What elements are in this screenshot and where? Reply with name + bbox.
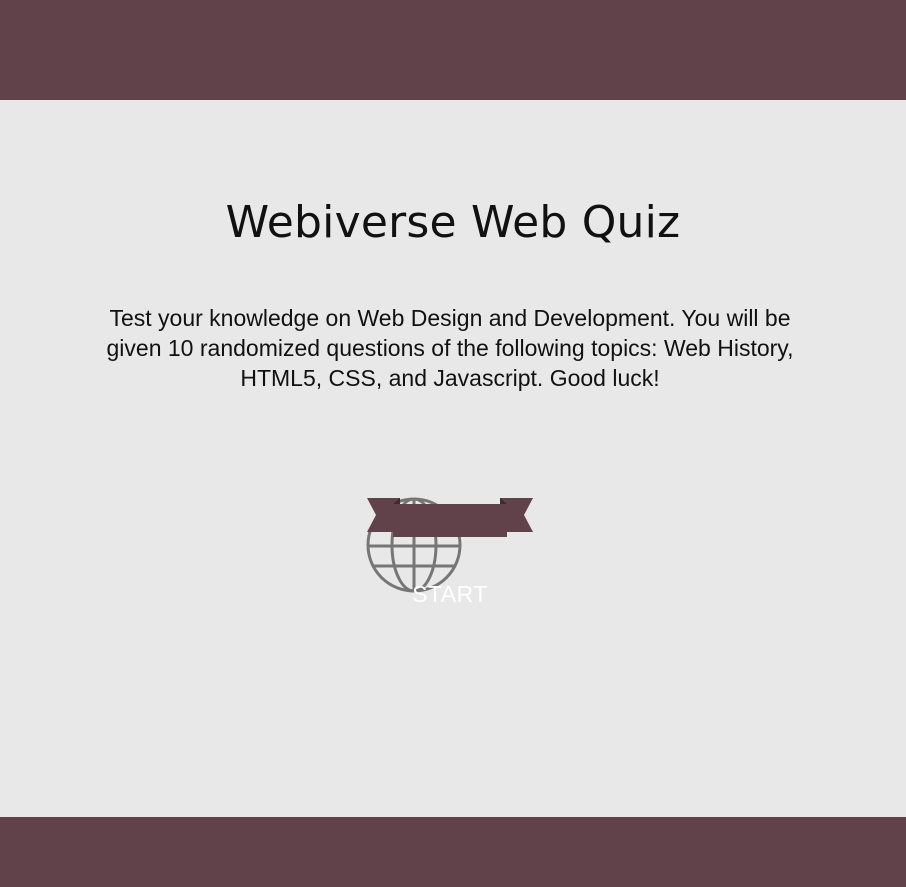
start-button[interactable]: START <box>364 496 536 612</box>
ribbon-icon <box>367 498 533 537</box>
quiz-description: Test your knowledge on Web Design and De… <box>106 305 794 391</box>
page-title: Webiverse Web Quiz <box>225 197 681 248</box>
start-button-label: START <box>412 581 488 607</box>
footer-bar <box>0 817 906 887</box>
quiz-intro: Webiverse Web Quiz Test your knowledge o… <box>0 100 906 817</box>
header-bar <box>0 0 906 100</box>
